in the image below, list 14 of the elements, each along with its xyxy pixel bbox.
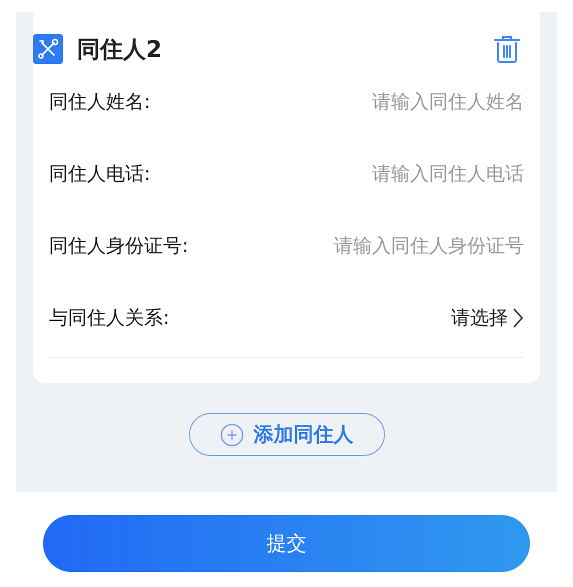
field-label: 同住人姓名: xyxy=(49,90,150,115)
input-field[interactable]: 请输入同住人身份证号 xyxy=(264,235,524,257)
field-label: 与同住人关系: xyxy=(49,306,170,331)
field-label: 同住人身份证号: xyxy=(49,234,188,259)
submit-button[interactable]: 提交 xyxy=(43,515,530,572)
input-field[interactable]: 请输入同住人姓名 xyxy=(264,91,524,113)
trash-icon[interactable] xyxy=(494,35,520,63)
add-resident-button[interactable]: 添加同住人 xyxy=(188,413,384,456)
plus-circle-icon xyxy=(220,422,244,446)
field-label: 同住人电话: xyxy=(49,162,150,187)
input-field[interactable]: 请输入同住人电话 xyxy=(264,163,524,185)
card-title: 同住人2 xyxy=(77,36,164,64)
chevron-right-icon xyxy=(512,307,524,329)
select-field[interactable]: 请选择 xyxy=(451,305,524,331)
